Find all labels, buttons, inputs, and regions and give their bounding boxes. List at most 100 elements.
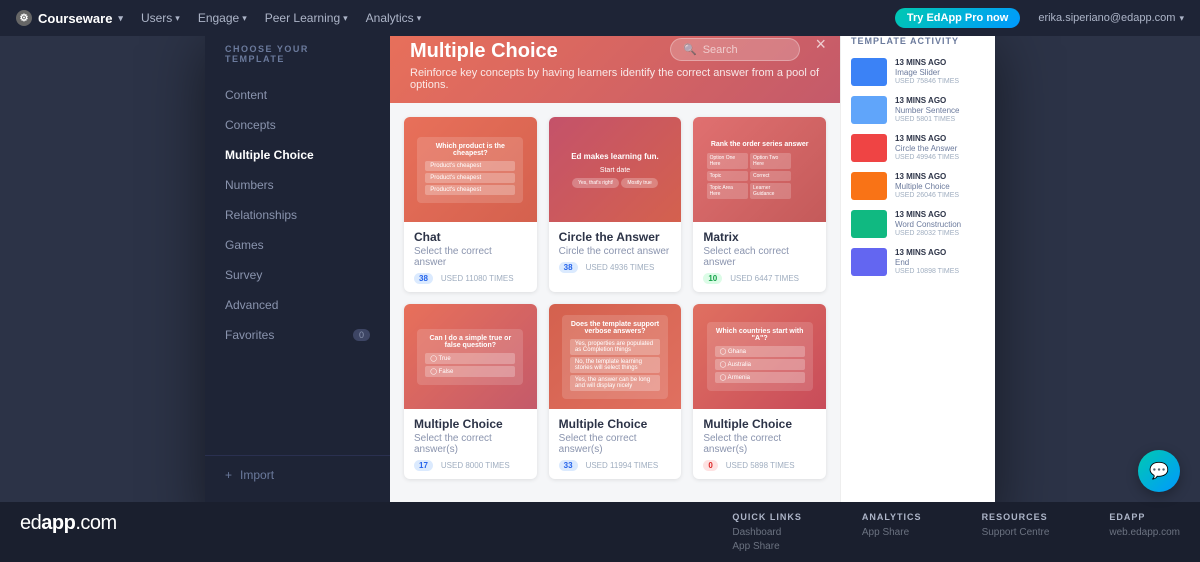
top-navigation: ⚙ Courseware ▾ Users ▾ Engage ▾ Peer Lea…: [0, 0, 1200, 36]
activity-item-0[interactable]: 13 MINS AGO Image Slider USED 75846 TIME…: [851, 58, 985, 86]
sidebar-item-numbers[interactable]: Numbers: [205, 170, 390, 200]
nav-item-peer-learning[interactable]: Peer Learning ▾: [265, 11, 348, 25]
card-badge: 38: [559, 262, 578, 273]
card-desc: Select the correct answer(s): [559, 433, 672, 455]
sidebar-item-games[interactable]: Games: [205, 230, 390, 260]
import-button[interactable]: + Import: [205, 455, 390, 494]
chevron-down-icon: ▾: [417, 13, 422, 24]
card-preview-chat: Which product is the cheapest? Product's…: [404, 117, 537, 222]
card-badge: 33: [559, 460, 578, 471]
sidebar-item-favorites[interactable]: Favorites 0: [205, 320, 390, 350]
nav-item-users[interactable]: Users ▾: [141, 11, 180, 25]
card-badge: 0: [703, 460, 717, 471]
activity-item-3[interactable]: 13 MINS AGO Multiple Choice USED 26046 T…: [851, 172, 985, 200]
try-pro-button[interactable]: Try EdApp Pro now: [895, 8, 1020, 28]
main-area: CHOOSE YOUR TEMPLATE Content Concepts Mu…: [0, 36, 1200, 562]
card-badge: 10: [703, 273, 722, 284]
activity-item-4[interactable]: 13 MINS AGO Word Construction USED 28032…: [851, 210, 985, 238]
chevron-down-icon: ▾: [343, 13, 348, 24]
import-label: Import: [240, 468, 274, 482]
gear-icon: ⚙: [16, 10, 32, 26]
card-title: Multiple Choice: [559, 417, 672, 431]
activity-thumb-4: [851, 210, 887, 238]
modal-main: Multiple Choice Reinforce key concepts b…: [390, 24, 840, 514]
favorites-badge: 0: [353, 329, 370, 341]
modal-overlay: CHOOSE YOUR TEMPLATE Content Concepts Mu…: [0, 36, 1200, 502]
footer-col-resources: RESOURCES Support Centre: [982, 512, 1050, 538]
user-menu[interactable]: erika.siperiano@edapp.com ▾: [1038, 12, 1184, 24]
chat-icon: 💬: [1149, 461, 1169, 481]
card-usage: USED 8000 TIMES: [441, 461, 510, 470]
template-card-circle[interactable]: Ed makes learning fun. Start date Yes, t…: [549, 117, 682, 292]
card-desc: Select the correct answer: [414, 246, 527, 268]
footer-link-analytics[interactable]: App Share: [862, 527, 922, 538]
card-desc: Select the correct answer(s): [703, 433, 816, 455]
sidebar-item-multiple-choice[interactable]: Multiple Choice: [205, 140, 390, 170]
nav-logo-arrow: ▾: [118, 13, 123, 24]
chevron-down-icon: ▾: [175, 13, 180, 24]
card-title: Circle the Answer: [559, 230, 672, 244]
card-desc: Select the correct answer(s): [414, 433, 527, 455]
card-usage: USED 6447 TIMES: [730, 274, 799, 283]
activity-thumb-5: [851, 248, 887, 276]
sidebar-item-advanced[interactable]: Advanced: [205, 290, 390, 320]
template-grid: Which product is the cheapest? Product's…: [390, 103, 840, 514]
activity-panel: TEMPLATE ACTIVITY 13 MINS AGO Image Slid…: [840, 24, 995, 514]
footer-link-support[interactable]: Support Centre: [982, 527, 1050, 538]
activity-item-1[interactable]: 13 MINS AGO Number Sentence USED 5801 TI…: [851, 96, 985, 124]
card-preview-geo: Which countries start with "A"? ◯ Ghana …: [693, 304, 826, 409]
modal-subtitle: Reinforce key concepts by having learner…: [410, 67, 820, 91]
chat-bubble-button[interactable]: 💬: [1138, 450, 1180, 492]
card-preview-matrix: Rank the order series answer Option One …: [693, 117, 826, 222]
card-preview-tf: Can I do a simple true or false question…: [404, 304, 537, 409]
activity-item-2[interactable]: 13 MINS AGO Circle the Answer USED 49946…: [851, 134, 985, 162]
footer: edapp.com QUICK LINKS Dashboard App Shar…: [0, 502, 1200, 562]
nav-item-analytics[interactable]: Analytics ▾: [366, 11, 422, 25]
plus-icon: +: [225, 468, 232, 482]
template-card-tf[interactable]: Can I do a simple true or false question…: [404, 304, 537, 479]
template-chooser-modal: CHOOSE YOUR TEMPLATE Content Concepts Mu…: [205, 24, 995, 514]
search-input[interactable]: [703, 44, 787, 56]
card-title: Multiple Choice: [414, 417, 527, 431]
footer-link-appshare[interactable]: App Share: [732, 541, 802, 552]
sidebar-item-content[interactable]: Content: [205, 80, 390, 110]
activity-thumb-0: [851, 58, 887, 86]
footer-col-edapp: EDAPP web.edapp.com: [1109, 512, 1180, 538]
footer-col-quick-links: QUICK LINKS Dashboard App Share: [732, 512, 802, 552]
nav-item-engage[interactable]: Engage ▾: [198, 11, 247, 25]
chevron-down-icon: ▾: [242, 13, 247, 24]
footer-brand: edapp.com: [20, 512, 117, 535]
template-card-chat[interactable]: Which product is the cheapest? Product's…: [404, 117, 537, 292]
footer-link-dashboard[interactable]: Dashboard: [732, 527, 802, 538]
activity-thumb-2: [851, 134, 887, 162]
activity-thumb-3: [851, 172, 887, 200]
activity-panel-title: TEMPLATE ACTIVITY: [851, 36, 985, 46]
nav-logo[interactable]: ⚙ Courseware ▾: [16, 10, 123, 26]
card-desc: Select each correct answer: [703, 246, 816, 268]
card-badge: 38: [414, 273, 433, 284]
card-usage: USED 4936 TIMES: [586, 263, 655, 272]
modal-sidebar: CHOOSE YOUR TEMPLATE Content Concepts Mu…: [205, 24, 390, 514]
template-card-matrix[interactable]: Rank the order series answer Option One …: [693, 117, 826, 292]
sidebar-item-concepts[interactable]: Concepts: [205, 110, 390, 140]
template-card-long[interactable]: Does the template support verbose answer…: [549, 304, 682, 479]
search-icon: 🔍: [683, 43, 697, 56]
card-usage: USED 5898 TIMES: [726, 461, 795, 470]
search-box[interactable]: 🔍: [670, 38, 800, 61]
activity-item-5[interactable]: 13 MINS AGO End USED 10898 TIMES: [851, 248, 985, 276]
card-preview-long: Does the template support verbose answer…: [549, 304, 682, 409]
card-usage: USED 11080 TIMES: [441, 274, 514, 283]
template-card-geo[interactable]: Which countries start with "A"? ◯ Ghana …: [693, 304, 826, 479]
card-title: Matrix: [703, 230, 816, 244]
card-title: Chat: [414, 230, 527, 244]
card-usage: USED 11994 TIMES: [586, 461, 659, 470]
footer-link-website[interactable]: web.edapp.com: [1109, 527, 1180, 538]
sidebar-item-relationships[interactable]: Relationships: [205, 200, 390, 230]
sidebar-item-survey[interactable]: Survey: [205, 260, 390, 290]
activity-thumb-1: [851, 96, 887, 124]
chevron-down-icon: ▾: [1179, 13, 1184, 24]
card-desc: Circle the correct answer: [559, 246, 672, 257]
close-button[interactable]: ×: [815, 34, 826, 55]
footer-col-analytics: ANALYTICS App Share: [862, 512, 922, 538]
sidebar-section-title: CHOOSE YOUR TEMPLATE: [205, 44, 390, 64]
